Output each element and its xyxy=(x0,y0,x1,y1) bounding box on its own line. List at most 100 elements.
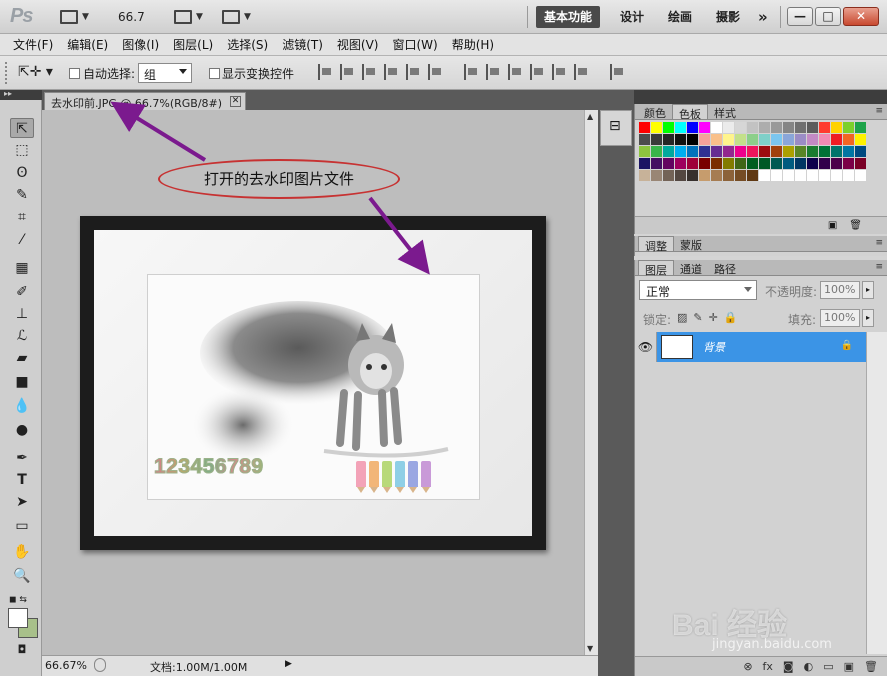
status-icon[interactable] xyxy=(94,658,106,672)
workspace-essentials[interactable]: 基本功能 xyxy=(536,6,601,28)
color-swatch[interactable] xyxy=(747,158,758,169)
minimize-button[interactable]: — xyxy=(787,7,813,26)
healing-tool-icon[interactable]: ▦ xyxy=(10,258,34,278)
color-swatch[interactable] xyxy=(783,146,794,157)
color-swatch[interactable] xyxy=(687,170,698,181)
document-tab[interactable]: 去水印前.JPG @ 66.7%(RGB/8#) ✕ xyxy=(44,92,246,110)
color-swatch[interactable] xyxy=(843,170,854,181)
color-swatch[interactable] xyxy=(663,146,674,157)
align-top-icon[interactable] xyxy=(318,64,332,80)
tab-channels[interactable]: 通道 xyxy=(674,260,708,276)
color-swatch[interactable] xyxy=(759,146,770,157)
more-workspaces-button[interactable]: » xyxy=(750,6,776,28)
color-swatch[interactable] xyxy=(855,122,866,133)
lock-transparency-icon[interactable]: ▨ xyxy=(677,311,687,324)
restore-button[interactable]: □ xyxy=(815,7,841,26)
color-swatch[interactable] xyxy=(747,134,758,145)
color-swatch[interactable] xyxy=(855,170,866,181)
color-swatch[interactable] xyxy=(747,122,758,133)
close-icon[interactable]: ✕ xyxy=(230,96,241,107)
stamp-tool-icon[interactable]: ⊥ xyxy=(10,304,34,324)
color-swatch[interactable] xyxy=(711,158,722,169)
color-swatch[interactable] xyxy=(771,134,782,145)
tab-color[interactable]: 颜色 xyxy=(638,104,672,120)
shape-tool-icon[interactable]: ▭ xyxy=(10,516,34,536)
menu-view[interactable]: 视图(V) xyxy=(330,36,386,53)
color-swatch[interactable] xyxy=(711,170,722,181)
panel-menu-icon[interactable]: ≡ xyxy=(875,262,883,272)
menu-select[interactable]: 选择(S) xyxy=(220,36,275,53)
color-swatch[interactable] xyxy=(723,146,734,157)
menu-edit[interactable]: 编辑(E) xyxy=(60,36,115,53)
link-layers-icon[interactable]: ⊗ xyxy=(743,660,752,673)
arrange-documents-button[interactable]: ▼ xyxy=(174,8,203,26)
color-swatch[interactable] xyxy=(807,170,818,181)
tab-paths[interactable]: 路径 xyxy=(708,260,742,276)
color-swatch[interactable] xyxy=(819,134,830,145)
color-swatch[interactable] xyxy=(711,134,722,145)
layers-scrollbar[interactable] xyxy=(866,332,887,654)
tab-adjustments[interactable]: 调整 xyxy=(638,236,674,253)
distribute-hcenter-icon[interactable] xyxy=(552,64,566,80)
close-button[interactable]: ✕ xyxy=(843,7,879,26)
add-mask-icon[interactable]: ◙ xyxy=(783,660,794,673)
color-swatch[interactable] xyxy=(663,134,674,145)
history-brush-tool-icon[interactable]: ℒ xyxy=(10,326,34,346)
color-swatch[interactable] xyxy=(687,146,698,157)
color-swatch[interactable] xyxy=(711,146,722,157)
screen-mode-button[interactable]: ▼ xyxy=(60,8,89,26)
color-swatch[interactable] xyxy=(759,122,770,133)
menu-window[interactable]: 窗口(W) xyxy=(385,36,444,53)
color-swatch[interactable] xyxy=(795,158,806,169)
color-swatch[interactable] xyxy=(651,146,662,157)
auto-select-checkbox[interactable] xyxy=(69,68,80,79)
scroll-down-icon[interactable]: ▼ xyxy=(587,644,593,653)
color-swatch[interactable] xyxy=(723,158,734,169)
color-swatch[interactable] xyxy=(795,134,806,145)
align-right-icon[interactable] xyxy=(428,64,442,80)
trash-icon[interactable]: 🗑 xyxy=(864,660,878,673)
color-swatch[interactable] xyxy=(663,158,674,169)
status-menu-arrow-icon[interactable]: ▶ xyxy=(285,659,292,669)
color-swatch[interactable] xyxy=(663,170,674,181)
distribute-left-icon[interactable] xyxy=(530,64,544,80)
tab-swatches[interactable]: 色板 xyxy=(672,104,708,121)
zoom-level[interactable]: 66.7 xyxy=(118,10,145,24)
zoom-tool-icon[interactable]: 🔍 xyxy=(10,566,34,586)
color-swatch[interactable] xyxy=(843,158,854,169)
brush-tool-icon[interactable]: ✐ xyxy=(10,282,34,302)
color-swatch[interactable] xyxy=(651,122,662,133)
color-swatch[interactable] xyxy=(639,158,650,169)
color-swatch[interactable] xyxy=(819,170,830,181)
eyedropper-tool-icon[interactable]: ⁄ xyxy=(10,230,34,250)
fill-slider-icon[interactable]: ▸ xyxy=(862,309,874,327)
workspace-design[interactable]: 设计 xyxy=(612,6,652,28)
panel-menu-icon[interactable]: ≡ xyxy=(875,238,883,248)
color-swatch[interactable] xyxy=(855,158,866,169)
color-swatch[interactable] xyxy=(855,134,866,145)
color-swatch[interactable] xyxy=(711,122,722,133)
color-swatch[interactable] xyxy=(747,170,758,181)
distribute-top-icon[interactable] xyxy=(464,64,478,80)
color-swatch[interactable] xyxy=(735,134,746,145)
workspace-painting[interactable]: 绘画 xyxy=(660,6,700,28)
color-swatch[interactable] xyxy=(639,134,650,145)
color-swatch[interactable] xyxy=(747,146,758,157)
menu-file[interactable]: 文件(F) xyxy=(6,36,60,53)
color-swatch[interactable] xyxy=(783,158,794,169)
color-swatch[interactable] xyxy=(699,170,710,181)
color-swatch[interactable] xyxy=(819,158,830,169)
new-layer-icon[interactable]: ▣ xyxy=(844,660,854,673)
lock-pixels-icon[interactable]: ✎ xyxy=(693,311,702,324)
color-swatch[interactable] xyxy=(723,170,734,181)
color-swatch[interactable] xyxy=(831,146,842,157)
color-swatch[interactable] xyxy=(675,158,686,169)
blur-tool-icon[interactable]: 💧 xyxy=(10,396,34,416)
color-swatch[interactable] xyxy=(807,158,818,169)
quick-select-tool-icon[interactable]: ✎ xyxy=(10,185,34,205)
pen-tool-icon[interactable]: ✒ xyxy=(10,448,34,468)
marquee-tool-icon[interactable]: ⬚ xyxy=(10,140,34,160)
align-hcenter-icon[interactable] xyxy=(406,64,420,80)
distribute-right-icon[interactable] xyxy=(574,64,588,80)
menu-image[interactable]: 图像(I) xyxy=(115,36,166,53)
